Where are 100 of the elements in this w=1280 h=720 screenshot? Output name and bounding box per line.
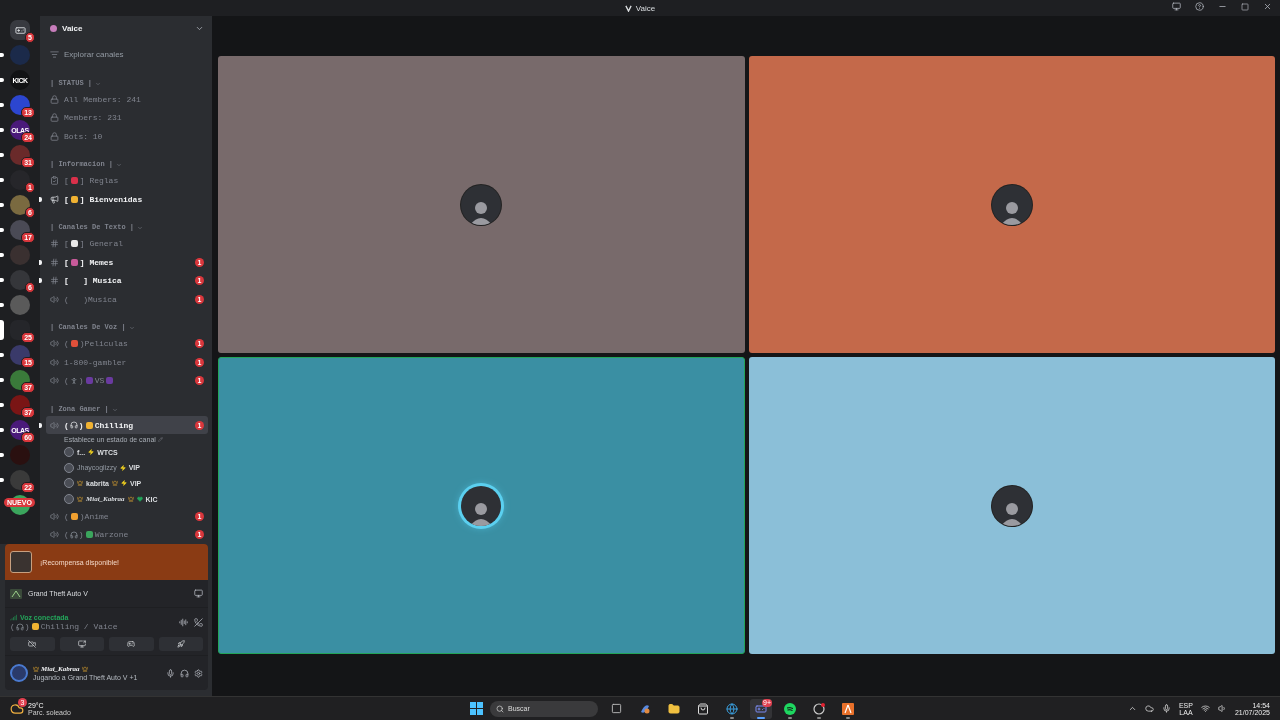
headphones-icon	[15, 622, 24, 631]
settings-icon[interactable]	[194, 668, 203, 678]
speaker-icon	[50, 294, 59, 304]
music-app-icon	[784, 702, 796, 715]
server-icon[interactable]	[10, 145, 30, 165]
screen-icon[interactable]	[194, 589, 203, 599]
store-icon	[697, 702, 709, 715]
browser-icon	[726, 702, 738, 715]
headphones-icon[interactable]	[180, 668, 189, 678]
volume-icon[interactable]	[1217, 704, 1227, 713]
voice-action-button[interactable]	[10, 637, 55, 652]
server-icon[interactable]	[10, 220, 30, 240]
reward-art	[10, 551, 32, 574]
speaker-icon	[50, 339, 59, 349]
channel-item[interactable]: Bots: 10	[46, 127, 208, 146]
server-header[interactable]: Vaice	[46, 16, 208, 42]
lightning-icon	[119, 464, 126, 471]
avatar	[64, 462, 74, 473]
channel-name: )Anime	[79, 511, 109, 521]
channel-name: [	[64, 257, 69, 267]
channel-name: )	[78, 530, 84, 540]
channel-item[interactable]: Members: 231	[46, 108, 208, 127]
maximize-icon[interactable]	[1241, 2, 1249, 11]
server-icon[interactable]	[10, 95, 30, 115]
folder-icon	[668, 702, 680, 715]
game-icon	[10, 588, 22, 599]
channel-name: [ ] Musica	[64, 276, 122, 286]
home-button[interactable]	[10, 20, 30, 40]
channel-name: ] Memes	[79, 257, 114, 267]
search-icon	[496, 704, 504, 713]
figure-icon	[69, 376, 78, 385]
server-icon[interactable]	[10, 270, 30, 290]
channel-item[interactable]: [ ] Bienvenidas	[46, 189, 208, 209]
help-icon[interactable]	[1195, 2, 1204, 11]
logo-icon	[624, 4, 632, 12]
channel-item[interactable]: [ ] General	[46, 234, 208, 253]
crown-icon	[77, 480, 83, 487]
voice-action-button[interactable]	[109, 637, 154, 652]
crown-icon	[77, 496, 83, 503]
chevron-icon	[128, 325, 135, 332]
gamepad-icon	[127, 640, 136, 649]
server-icon[interactable]	[10, 195, 30, 215]
hash-icon	[50, 239, 59, 248]
disconnect-icon[interactable]	[194, 618, 203, 628]
crown-icon	[127, 496, 134, 503]
server-name: Vaice	[62, 24, 84, 34]
mic-icon[interactable]	[1161, 704, 1171, 713]
channel-name: [	[64, 194, 69, 204]
crown-icon	[111, 480, 118, 487]
channel-name: Warzone	[94, 530, 129, 540]
channel-name: (	[64, 530, 69, 540]
pencil-icon	[157, 436, 163, 442]
weather-icon[interactable]	[10, 701, 24, 716]
channel-name: VS	[94, 376, 105, 386]
checklist-icon	[50, 176, 59, 186]
screen-icon[interactable]	[1172, 2, 1181, 11]
server-icon[interactable]	[10, 370, 30, 390]
channel-name: (	[64, 376, 69, 386]
chevron-icon[interactable]	[1127, 704, 1137, 713]
mic-icon[interactable]	[166, 668, 175, 678]
channel-name: 1-800-gambler	[64, 357, 127, 367]
waveform-icon[interactable]	[179, 618, 188, 628]
hash-icon	[50, 257, 59, 267]
channel-item[interactable]: All Members: 241	[46, 89, 208, 109]
server-icon[interactable]	[10, 395, 30, 415]
chevron-icon	[95, 80, 101, 87]
server-icon	[50, 25, 57, 33]
speaker-icon	[50, 530, 59, 540]
channel-name: ] Bienvenidas	[79, 194, 143, 204]
circle-app-icon	[813, 702, 825, 715]
network-icon[interactable]	[1200, 704, 1210, 713]
chevron-icon	[116, 162, 122, 169]
server-icon[interactable]	[10, 345, 30, 365]
channel-name: Chilling	[94, 420, 134, 430]
channel-name: ] Reglas	[79, 176, 119, 186]
lock-icon	[50, 94, 59, 104]
channel-name: Chilling / Vaice	[40, 622, 118, 632]
speaker-icon	[50, 511, 59, 521]
browse-channels[interactable]: Explorar canales	[46, 45, 208, 65]
channel-name: All Members: 241	[64, 94, 141, 104]
avatar	[64, 494, 74, 505]
windows-icon	[610, 703, 622, 714]
voice-action-button[interactable]	[158, 637, 203, 652]
channel-name: (	[64, 339, 69, 349]
channel-name: (	[64, 420, 69, 430]
user-avatar	[10, 664, 28, 683]
megaphone-icon	[50, 194, 59, 204]
cloud-icon[interactable]	[1144, 704, 1154, 713]
channel-name: (	[10, 622, 15, 632]
window-title: Vaice	[635, 3, 656, 13]
server-icon[interactable]	[10, 320, 30, 340]
server-icon[interactable]	[10, 470, 30, 490]
chevron-icon	[137, 225, 143, 232]
voice-action-button[interactable]	[59, 637, 104, 652]
signal-icon	[10, 614, 17, 622]
lock-icon	[50, 113, 59, 123]
close-icon[interactable]	[1263, 2, 1272, 11]
channel-item[interactable]: [ ] Reglas	[46, 171, 208, 190]
start-icon[interactable]	[470, 702, 483, 715]
speaker-icon	[50, 357, 59, 367]
